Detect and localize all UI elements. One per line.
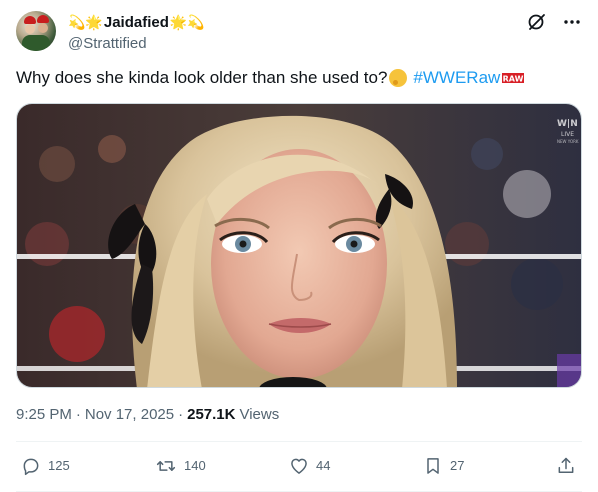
thinking-face-emoji — [389, 69, 408, 87]
meta-separator: · — [75, 406, 81, 423]
share-icon — [558, 457, 574, 473]
reply-button[interactable]: 125 — [21, 452, 70, 480]
tweet-body: Why does she kinda look older than she u… — [16, 68, 388, 87]
network-watermark-logo: W|N — [557, 119, 578, 129]
tweet-time[interactable]: 9:25 PM — [16, 405, 72, 425]
bookmark-icon — [427, 458, 439, 474]
grok-icon[interactable] — [526, 11, 548, 33]
name-emojis-right: 🌟💫 — [169, 15, 205, 31]
like-count: 44 — [316, 458, 331, 473]
name-emojis-left: 💫🌟 — [68, 15, 103, 31]
action-bar: 125 140 44 27 — [16, 452, 582, 480]
watermark-location: NEW YORK — [557, 139, 579, 144]
photo-illustration: W|N LIVE NEW YORK — [17, 104, 581, 387]
share-button[interactable] — [556, 452, 576, 480]
raw-logo-icon: RAW — [502, 73, 525, 84]
raw-logo-text: RAW — [503, 75, 524, 84]
heart-icon — [291, 458, 307, 474]
more-icon[interactable] — [562, 12, 582, 32]
divider-top — [16, 441, 582, 442]
reply-count: 125 — [48, 458, 70, 473]
display-name[interactable]: Jaidafied — [104, 13, 169, 33]
repost-button[interactable]: 140 — [155, 452, 206, 480]
repost-icon — [156, 461, 176, 471]
reply-icon — [23, 458, 39, 476]
author-handle[interactable]: @Strattified — [68, 34, 147, 54]
meta-separator-2: · — [178, 406, 184, 423]
views-label: Views — [239, 406, 280, 423]
tweet-date[interactable]: Nov 17, 2025 — [85, 405, 174, 425]
like-button[interactable]: 44 — [289, 452, 330, 480]
hashtag-link[interactable]: #WWERaw — [413, 66, 500, 90]
repost-count: 140 — [184, 458, 206, 473]
tweet-header: 💫🌟 Jaidafied 🌟💫 @Strattified — [16, 11, 582, 55]
bookmark-count: 27 — [450, 458, 465, 473]
bookmark-button[interactable]: 27 — [423, 452, 464, 480]
tweet-text: Why does she kinda look older than she u… — [16, 66, 582, 90]
avatar[interactable] — [16, 11, 56, 51]
tweet-image[interactable]: W|N LIVE NEW YORK — [16, 103, 582, 388]
tweet-meta: 9:25 PM · Nov 17, 2025 · 257.1K Views — [16, 405, 279, 425]
author-name-row[interactable]: 💫🌟 Jaidafied 🌟💫 — [68, 13, 205, 33]
views-count[interactable]: 257.1K — [187, 405, 235, 425]
watermark-live: LIVE — [561, 131, 574, 138]
